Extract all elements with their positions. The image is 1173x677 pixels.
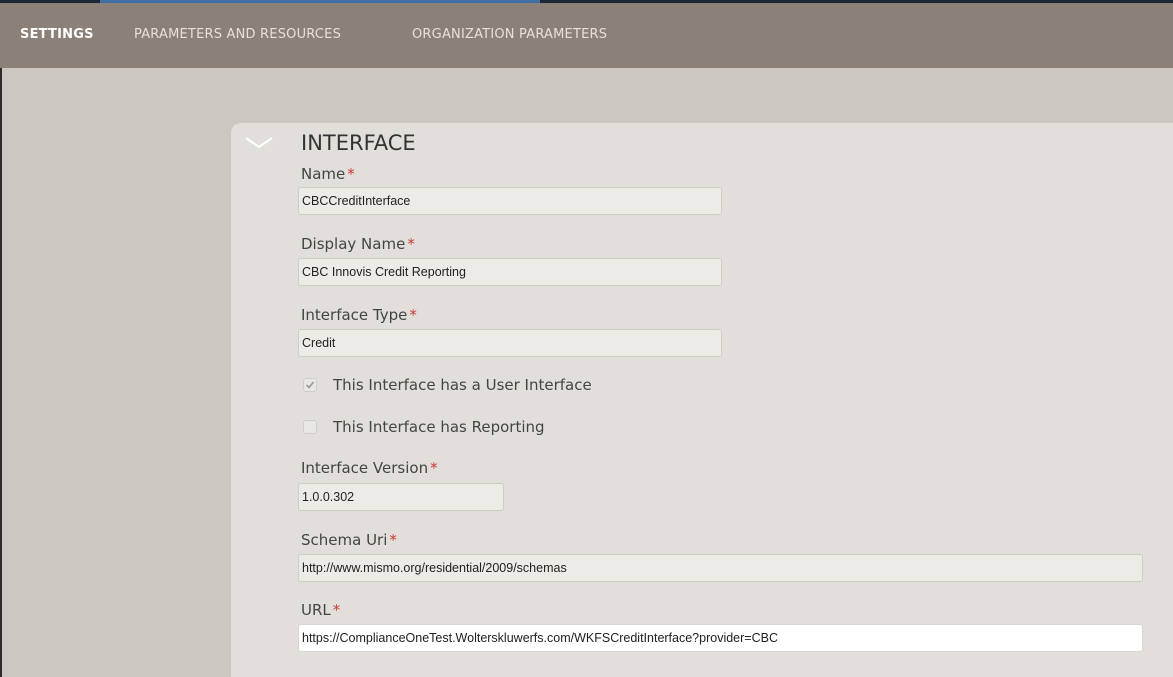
reporting-checkbox[interactable] [303,420,317,434]
required-marker: * [347,165,355,183]
url-label: URL * [301,601,341,619]
interface-version-label: Interface Version * [301,459,438,477]
display-name-label: Display Name * [301,235,415,253]
name-label: Name * [301,165,355,183]
tab-organization-parameters[interactable]: ORGANIZATION PARAMETERS [412,27,607,42]
schema-uri-input[interactable] [298,554,1143,582]
required-marker: * [409,306,417,324]
section-title: INTERFACE [301,131,416,155]
chevron-down-icon[interactable] [244,135,274,151]
user-interface-checkbox-label: This Interface has a User Interface [333,376,592,394]
tab-parameters-and-resources[interactable]: PARAMETERS AND RESOURCES [134,27,341,42]
url-input[interactable] [298,624,1143,652]
required-marker: * [332,601,341,619]
checkmark-icon [305,381,315,389]
interface-type-label: Interface Type * [301,306,417,324]
required-marker: * [430,459,438,477]
required-marker: * [389,531,397,549]
top-navigation-bar: SETTINGS PARAMETERS AND RESOURCES ORGANI… [0,0,1173,68]
topbar-accent-line [100,0,540,3]
required-marker: * [407,235,415,253]
left-window-edge [0,68,2,677]
interface-type-input[interactable] [298,329,722,357]
user-interface-checkbox[interactable] [303,378,317,392]
reporting-checkbox-label: This Interface has Reporting [333,418,545,436]
name-input[interactable] [298,187,722,215]
display-name-input[interactable] [298,258,722,286]
tab-settings[interactable]: SETTINGS [20,27,94,42]
schema-uri-label: Schema Uri * [301,531,397,549]
interface-version-input[interactable] [298,483,504,511]
